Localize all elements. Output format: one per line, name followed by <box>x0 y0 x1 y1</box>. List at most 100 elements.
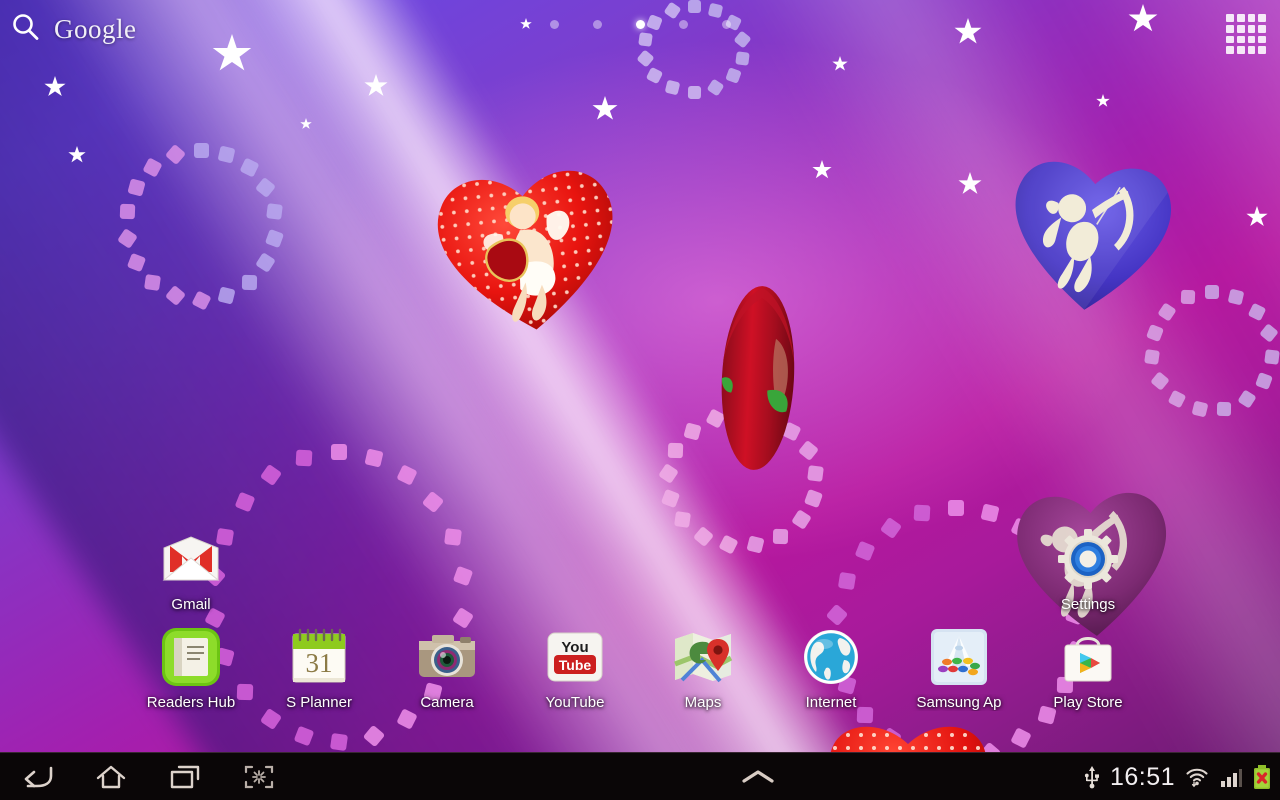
ring-dot <box>708 2 724 18</box>
page-dot-active[interactable] <box>636 20 645 29</box>
ring-dot <box>1146 324 1164 342</box>
ring-dot <box>773 528 788 543</box>
ring-dot <box>260 464 282 486</box>
app-label: YouTube <box>546 694 605 711</box>
home-button[interactable] <box>74 753 148 800</box>
ring-dot <box>826 604 849 627</box>
star-icon <box>958 172 982 196</box>
ring-dot <box>1144 349 1160 365</box>
ring-dot <box>1180 290 1194 304</box>
ring-dot <box>914 505 931 522</box>
ring-dot <box>661 488 680 507</box>
star-icon <box>1096 94 1110 108</box>
status-bar[interactable]: 16:51 <box>1083 753 1272 800</box>
star-icon <box>812 160 832 180</box>
recent-apps-icon <box>169 764 201 790</box>
app-label: Settings <box>1061 596 1115 613</box>
gmail-icon <box>160 528 222 590</box>
page-dot[interactable] <box>679 20 688 29</box>
apps-grid-icon[interactable] <box>1226 14 1266 54</box>
star-icon <box>212 34 252 74</box>
app-icon-play-store[interactable]: Play Store <box>1033 626 1143 711</box>
page-dot[interactable] <box>550 20 559 29</box>
ring-dot <box>855 541 876 562</box>
ring-dot <box>1150 371 1170 391</box>
ring-dot <box>980 503 999 522</box>
play-store-icon <box>1057 626 1119 688</box>
app-icon-maps[interactable]: Maps <box>648 626 758 711</box>
ring-dot <box>444 528 462 546</box>
ring-dot <box>807 466 824 483</box>
heart-rotating-red <box>703 280 813 475</box>
recents-button[interactable] <box>148 753 222 800</box>
app-icon-s-planner[interactable]: 31 S Planner <box>264 626 374 711</box>
ring-dot <box>663 1 681 19</box>
ring-dot <box>638 32 653 47</box>
ring-dot <box>1228 289 1245 306</box>
ring-dot <box>791 509 812 530</box>
maps-icon <box>672 626 734 688</box>
star-icon <box>1246 206 1268 228</box>
app-icon-gmail[interactable]: Gmail <box>136 528 246 613</box>
ring-dot <box>1255 372 1273 390</box>
back-button[interactable] <box>0 753 74 800</box>
ring-dot <box>452 566 473 587</box>
ring-dot <box>293 726 314 747</box>
ring-dot <box>683 422 701 440</box>
ring-dot <box>143 157 163 177</box>
ring-dot <box>218 146 236 164</box>
app-icon-youtube[interactable]: You Tube YouTube <box>520 626 630 711</box>
ring-dot <box>365 448 384 467</box>
app-label: Maps <box>685 694 722 711</box>
settings-gear-icon <box>1057 528 1119 590</box>
ring-dot <box>734 30 752 48</box>
back-arrow-icon <box>21 764 53 790</box>
ring-dot <box>194 143 209 158</box>
ring-dot <box>1247 302 1266 321</box>
ring-dot <box>1238 389 1257 408</box>
star-icon <box>300 118 312 130</box>
ring-dot <box>687 85 700 98</box>
wifi-icon <box>1184 765 1210 789</box>
usb-icon <box>1083 765 1101 789</box>
ring-dot <box>267 204 284 221</box>
app-icon-settings[interactable]: Settings <box>1033 528 1143 613</box>
chevron-up-icon <box>739 767 777 787</box>
app-icon-internet[interactable]: Internet <box>776 626 886 711</box>
ring-dot <box>117 228 138 249</box>
app-label: Readers Hub <box>147 694 235 711</box>
home-icon <box>95 764 127 790</box>
ring-dot <box>948 500 964 516</box>
ring-dot <box>1010 727 1032 749</box>
ring-dot <box>191 290 211 310</box>
ring-dot <box>234 492 255 513</box>
ring-dot <box>255 177 276 198</box>
ring-dot <box>658 463 679 484</box>
search-input[interactable]: Google <box>54 14 136 45</box>
page-dot[interactable] <box>722 20 731 29</box>
app-label: Samsung Ap <box>905 694 1013 711</box>
ring-dot <box>218 286 236 304</box>
ring-dot <box>422 491 445 514</box>
page-dot[interactable] <box>593 20 602 29</box>
app-icon-readers-hub[interactable]: Readers Hub <box>136 626 246 711</box>
ring-dot <box>646 67 663 84</box>
app-label: S Planner <box>286 694 352 711</box>
ring-dot <box>165 144 186 165</box>
svg-text:Tube: Tube <box>559 657 592 673</box>
app-icon-camera[interactable]: Camera <box>392 626 502 711</box>
ring-dot <box>1205 285 1219 299</box>
ring-dot <box>636 49 654 67</box>
ring-dot <box>239 158 259 178</box>
google-search-widget[interactable]: Google <box>10 12 136 47</box>
heart-partial-bottom <box>818 718 998 752</box>
ring-dot <box>747 536 765 554</box>
app-icon-samsung-apps[interactable]: Samsung Ap <box>904 626 1014 711</box>
ring-dot <box>804 488 823 507</box>
camera-icon <box>416 626 478 688</box>
search-icon[interactable] <box>10 12 40 47</box>
app-label: Play Store <box>1053 694 1122 711</box>
youtube-icon: You Tube <box>544 626 606 688</box>
heart-cupid-red <box>420 152 637 344</box>
ring-dot <box>165 285 186 306</box>
